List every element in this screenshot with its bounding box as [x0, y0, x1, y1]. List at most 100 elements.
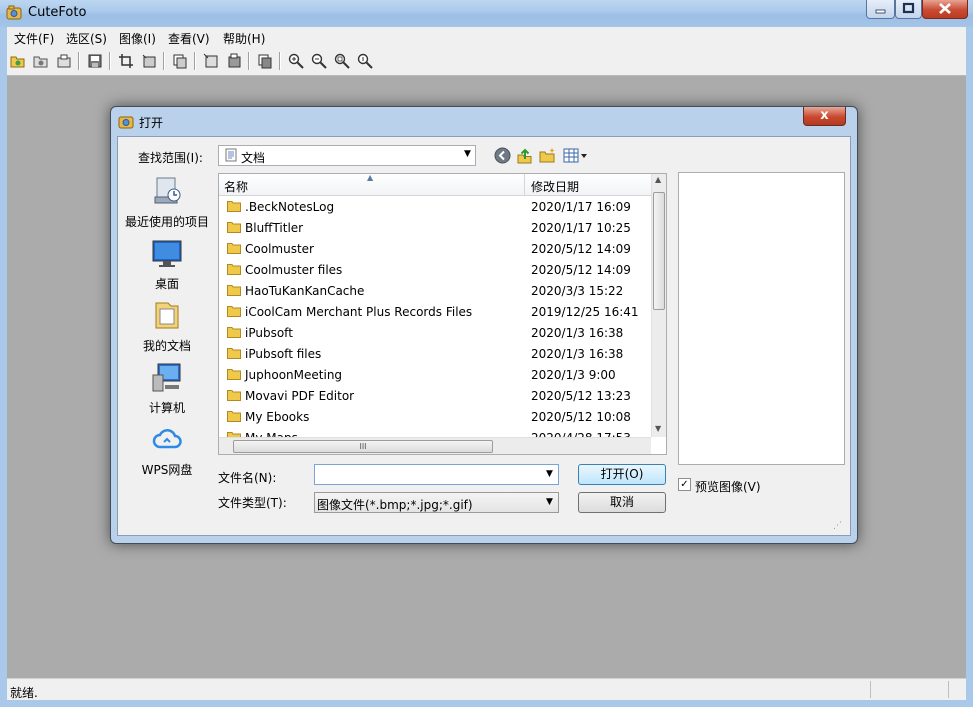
toolbar-separator: [78, 52, 80, 70]
dialog-close-button[interactable]: x: [803, 107, 846, 126]
folder-icon: [227, 222, 241, 233]
place-computer[interactable]: 计算机: [118, 361, 216, 416]
zoom-out-icon[interactable]: [311, 53, 327, 69]
filetype-dropdown[interactable]: 图像文件(*.bmp;*.jpg;*.gif) ▼: [314, 492, 559, 513]
place-wps-cloud[interactable]: WPS网盘: [118, 423, 216, 478]
folder-icon: [227, 201, 241, 212]
new-folder-icon[interactable]: [539, 147, 556, 164]
list-item[interactable]: HaoTuKanKanCache 2020/3/3 15:22: [219, 280, 651, 301]
place-label: 我的文档: [142, 339, 191, 353]
cancel-button[interactable]: 取消: [578, 492, 666, 513]
place-label: 桌面: [154, 277, 179, 291]
minimize-button[interactable]: [866, 0, 895, 19]
close-icon: [939, 3, 951, 14]
file-name: Coolmuster: [245, 242, 314, 256]
menu-image[interactable]: 图像(I): [119, 30, 156, 47]
close-button[interactable]: [922, 0, 968, 19]
file-date: 2020/5/12 10:08: [531, 410, 631, 424]
scroll-down-icon[interactable]: ▼: [655, 424, 661, 433]
place-documents[interactable]: 我的文档: [118, 299, 216, 354]
place-label: 最近使用的项目: [124, 215, 209, 229]
window-title: CuteFoto: [28, 5, 87, 20]
documents-folder-icon: [225, 148, 237, 162]
dialog-body: 查找范围(I): 文档 ▼ 最近使用的项目 桌面 我的文档 计算机 WPS网盘 …: [117, 136, 851, 536]
menu-view[interactable]: 查看(V): [168, 30, 210, 47]
file-list[interactable]: ▲ 名称 修改日期 .BeckNotesLog 2020/1/17 16:09 Bl…: [218, 173, 667, 455]
list-item[interactable]: JuphoonMeeting 2020/1/3 9:00: [219, 364, 651, 385]
up-folder-icon[interactable]: [516, 147, 533, 164]
back-icon[interactable]: [494, 147, 511, 164]
list-item[interactable]: iCoolCam Merchant Plus Records Files 2019…: [219, 301, 651, 322]
paste-new-icon[interactable]: [226, 53, 242, 69]
menu-selection[interactable]: 选区(S): [66, 30, 107, 47]
filename-input[interactable]: ▼: [314, 464, 559, 485]
preview-checkbox[interactable]: ✓: [678, 478, 691, 491]
paste-icon[interactable]: [203, 53, 219, 69]
title-bar[interactable]: CuteFoto: [0, 0, 973, 28]
file-date: 2020/1/3 16:38: [531, 326, 624, 340]
horizontal-scroll-thumb[interactable]: III: [233, 440, 493, 453]
place-recent-items[interactable]: 最近使用的项目: [118, 175, 216, 230]
maximize-button[interactable]: [895, 0, 922, 19]
select-icon[interactable]: [141, 53, 157, 69]
zoom-in-icon[interactable]: [288, 53, 304, 69]
file-date: 2019/12/25 16:41: [531, 305, 639, 319]
window-frame-left: [0, 27, 7, 707]
horizontal-scrollbar[interactable]: III: [219, 437, 651, 454]
list-item[interactable]: My Ebooks 2020/5/12 10:08: [219, 406, 651, 427]
look-in-dropdown[interactable]: 文档 ▼: [218, 145, 476, 166]
crop-icon[interactable]: [118, 53, 134, 69]
open-icon[interactable]: [10, 53, 26, 69]
places-bar: 最近使用的项目 桌面 我的文档 计算机 WPS网盘: [118, 167, 216, 507]
status-divider: [948, 681, 949, 698]
menu-help[interactable]: 帮助(H): [223, 30, 265, 47]
cloud-icon: [152, 429, 182, 449]
folder-icon: [227, 411, 241, 422]
list-item[interactable]: BluffTitler 2020/1/17 10:25: [219, 217, 651, 238]
open-folder-icon[interactable]: [33, 53, 49, 69]
vertical-scrollbar[interactable]: ▲ ▼: [651, 174, 666, 437]
scroll-up-icon[interactable]: ▲: [655, 175, 661, 184]
zoom-actual-icon[interactable]: [357, 53, 373, 69]
toolbar-separator: [279, 52, 281, 70]
app-icon: [6, 5, 22, 20]
view-menu-icon[interactable]: [563, 147, 589, 164]
resize-grip-icon[interactable]: ⋰: [833, 521, 842, 531]
folder-icon: [227, 243, 241, 254]
preview-label[interactable]: 预览图像(V): [695, 478, 761, 495]
vertical-scroll-thumb[interactable]: [653, 192, 665, 310]
place-label: WPS网盘: [141, 463, 193, 477]
file-date: 2020/5/12 13:23: [531, 389, 631, 403]
list-item[interactable]: .BeckNotesLog 2020/1/17 16:09: [219, 196, 651, 217]
copy-icon[interactable]: [172, 53, 188, 69]
scan-icon[interactable]: [56, 53, 72, 69]
open-button[interactable]: 打开(O): [578, 464, 666, 485]
toolbar-separator: [194, 52, 196, 70]
file-name: Movavi PDF Editor: [245, 389, 355, 403]
filetype-label: 文件类型(T):: [218, 496, 287, 510]
maximize-icon: [902, 2, 915, 14]
filetype-value: 图像文件(*.bmp;*.jpg;*.gif): [317, 498, 473, 512]
list-item[interactable]: Coolmuster files 2020/5/12 14:09: [219, 259, 651, 280]
sort-ascending-icon: ▲: [367, 173, 374, 182]
column-name-header[interactable]: 名称: [224, 178, 248, 195]
preview-pane: [678, 172, 845, 465]
place-desktop[interactable]: 桌面: [118, 237, 216, 292]
toolbar: [7, 48, 966, 76]
menu-file[interactable]: 文件(F): [14, 30, 54, 47]
list-item[interactable]: iPubsoft 2020/1/3 16:38: [219, 322, 651, 343]
file-name: Coolmuster files: [245, 263, 343, 277]
print-icon[interactable]: [257, 53, 273, 69]
folder-icon: [227, 390, 241, 401]
toolbar-separator: [163, 52, 165, 70]
list-item[interactable]: Coolmuster 2020/5/12 14:09: [219, 238, 651, 259]
chevron-down-icon[interactable]: ▼: [546, 469, 553, 479]
window-frame-right: [966, 27, 973, 707]
list-item[interactable]: iPubsoft files 2020/1/3 16:38: [219, 343, 651, 364]
save-icon[interactable]: [87, 53, 103, 69]
column-divider[interactable]: [524, 174, 525, 195]
window-frame-bottom: [0, 700, 973, 707]
list-item[interactable]: Movavi PDF Editor 2020/5/12 13:23: [219, 385, 651, 406]
column-date-header[interactable]: 修改日期: [531, 178, 579, 195]
zoom-fit-icon[interactable]: [334, 53, 350, 69]
